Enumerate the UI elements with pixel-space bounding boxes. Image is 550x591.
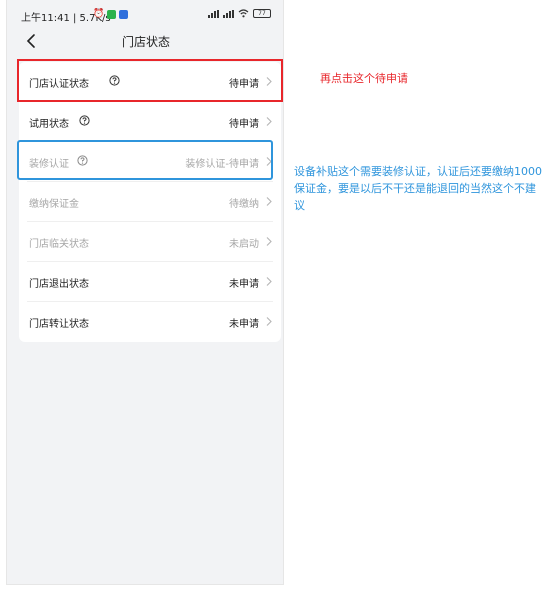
row-label: 试用状态	[29, 119, 69, 130]
status-list-card: 门店认证状态 待申请 试用状态 待申请 装修认证 装修认证-待申请 缴纳保证金 待缴纳 门店临关…	[19, 62, 281, 342]
chevron-right-icon	[266, 277, 272, 286]
battery-icon: 77	[253, 9, 271, 18]
status-right-icons: 77	[208, 9, 271, 18]
chevron-right-icon	[266, 317, 272, 326]
status-row[interactable]: 缴纳保证金 待缴纳	[19, 182, 281, 222]
row-status[interactable]: 未启动	[229, 235, 259, 250]
red-highlight-box	[17, 59, 283, 102]
help-question-icon[interactable]	[79, 115, 90, 126]
chevron-right-icon	[266, 237, 272, 246]
signal-icon-2	[223, 9, 234, 18]
row-status[interactable]: 待申请	[229, 115, 259, 130]
status-app-icons: ⏰	[93, 9, 129, 19]
red-annotation-note: 再点击这个待申请	[320, 72, 408, 85]
row-status[interactable]: 未申请	[229, 275, 259, 290]
signal-icon	[208, 9, 219, 18]
blue-annotation-note: 设备补贴这个需要装修认证，认证后还要缴纳1000保证金，要是以后不干还是能退回的…	[294, 165, 542, 212]
chevron-right-icon	[266, 117, 272, 126]
row-label: 门店转让状态	[29, 319, 89, 330]
page-title: 门店状态	[121, 35, 170, 49]
row-status[interactable]: 待缴纳	[229, 195, 259, 210]
nav-bar: 门店状态	[7, 30, 285, 54]
wifi-icon	[238, 9, 249, 18]
status-bar: 上午11:41 | 5.7K/s ⏰ 77	[7, 0, 285, 30]
status-row[interactable]: 试用状态 待申请	[19, 102, 281, 142]
status-row[interactable]: 门店转让状态 未申请	[19, 302, 281, 342]
row-label: 门店临关状态	[29, 239, 89, 250]
status-row[interactable]: 门店临关状态 未启动	[19, 222, 281, 262]
screenshot-canvas: 上午11:41 | 5.7K/s ⏰ 77 门店状态 门店认证状态 待申请 试用状态…	[0, 0, 550, 591]
row-status[interactable]: 未申请	[229, 315, 259, 330]
row-label: 缴纳保证金	[29, 199, 79, 210]
chevron-right-icon	[266, 197, 272, 206]
wechat-icon	[107, 10, 117, 19]
alarm-icon: ⏰	[93, 9, 105, 19]
app-notification-icon	[119, 10, 129, 19]
blue-highlight-box	[17, 140, 273, 180]
status-row[interactable]: 门店退出状态 未申请	[19, 262, 281, 302]
row-label: 门店退出状态	[29, 279, 89, 290]
